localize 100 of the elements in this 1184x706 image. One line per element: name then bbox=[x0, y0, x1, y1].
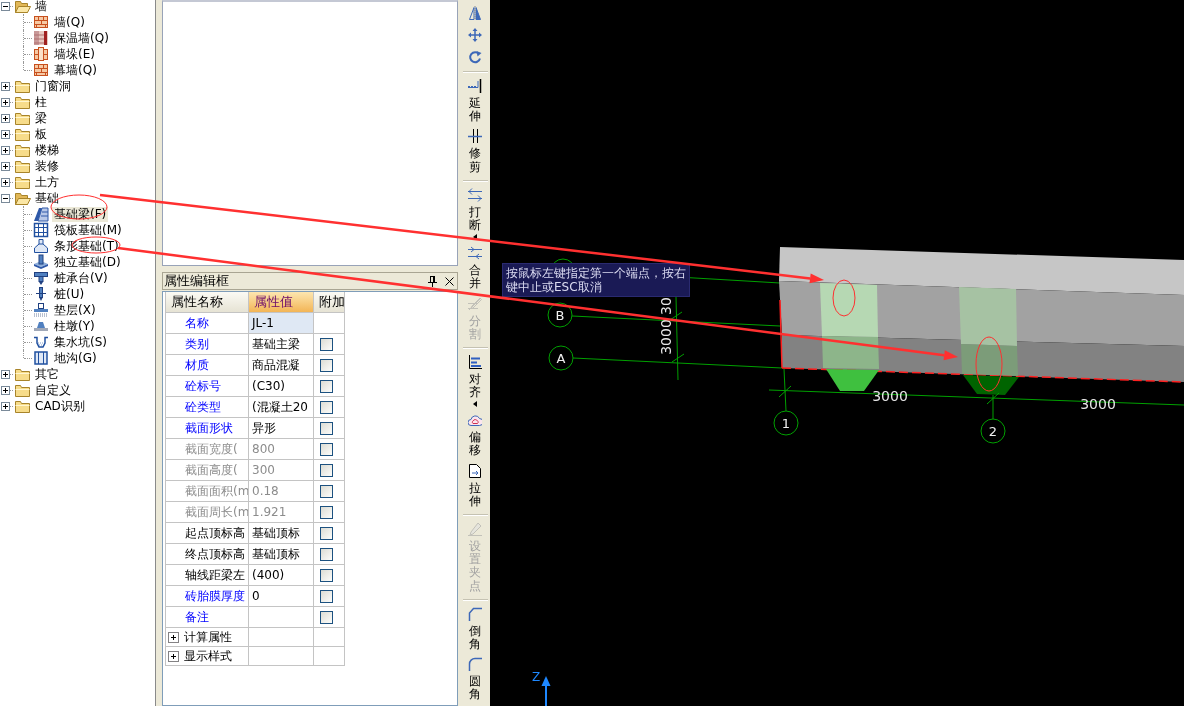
property-name: 轴线距梁左 bbox=[166, 565, 249, 586]
tree-item[interactable]: 装修 bbox=[33, 158, 61, 174]
tool-button[interactable]: 对齐 bbox=[461, 351, 489, 411]
tree-item[interactable]: 条形基础(T) bbox=[52, 238, 121, 254]
split-arrows-icon bbox=[468, 187, 482, 202]
checkbox[interactable] bbox=[320, 421, 333, 435]
column-header[interactable]: 属性名称 bbox=[166, 292, 249, 313]
tree-item[interactable]: 集水坑(S) bbox=[52, 334, 109, 350]
tree-item[interactable]: 桩承台(V) bbox=[52, 270, 110, 286]
tree-item[interactable]: 柱墩(Y) bbox=[52, 318, 97, 334]
tree-item[interactable]: 独立基础(D) bbox=[52, 254, 123, 270]
tool-button[interactable]: 倒角 bbox=[461, 603, 489, 655]
annotation-ellipse bbox=[832, 279, 856, 317]
checkbox[interactable] bbox=[320, 526, 333, 540]
property-value[interactable]: (C30) bbox=[249, 376, 314, 397]
tree-item[interactable]: 土方 bbox=[33, 174, 61, 190]
group-label: 显示样式 bbox=[184, 647, 232, 665]
tree-item[interactable]: CAD识别 bbox=[33, 398, 87, 414]
expand-toggle[interactable] bbox=[168, 631, 179, 643]
tool-button[interactable]: 拉伸 bbox=[461, 460, 489, 511]
tree-item[interactable]: 门窗洞 bbox=[33, 78, 73, 94]
tree-item[interactable]: 幕墙(Q) bbox=[52, 62, 99, 78]
tree-item[interactable]: 垫层(X) bbox=[52, 302, 98, 318]
checkbox[interactable] bbox=[320, 568, 333, 582]
tree-toggle[interactable] bbox=[1, 1, 10, 11]
tree-item[interactable]: 墙(Q) bbox=[52, 14, 87, 30]
tree-toggle[interactable] bbox=[1, 145, 10, 155]
property-value[interactable]: (混凝土20 bbox=[249, 397, 314, 418]
property-value[interactable]: JL-1 bbox=[249, 313, 314, 334]
tree-item[interactable]: 墙垛(E) bbox=[52, 46, 97, 62]
tree-toggle[interactable] bbox=[1, 401, 10, 411]
property-value[interactable]: 商品混凝 bbox=[249, 355, 314, 376]
tree-toggle[interactable] bbox=[1, 177, 10, 187]
annotation-ellipse bbox=[975, 336, 1003, 392]
tree-item[interactable]: 基础 bbox=[33, 190, 61, 206]
property-name: 截面面积(m bbox=[166, 481, 249, 502]
property-name: 起点顶标高 bbox=[166, 523, 249, 544]
property-name: 备注 bbox=[166, 607, 249, 628]
tree-toggle[interactable] bbox=[1, 113, 10, 123]
checkbox[interactable] bbox=[320, 547, 333, 561]
line-to-bar-icon bbox=[468, 79, 482, 93]
aligned-bars-icon bbox=[468, 354, 482, 369]
tool-button[interactable]: 打断 bbox=[461, 184, 489, 244]
dimension-label: 3000 bbox=[658, 319, 674, 355]
pin-icon[interactable] bbox=[428, 275, 437, 287]
tree-item[interactable]: 梁 bbox=[33, 110, 49, 126]
checkbox[interactable] bbox=[320, 610, 333, 624]
column-header[interactable]: 附加 bbox=[314, 292, 345, 313]
tree-item[interactable]: 板 bbox=[33, 126, 49, 142]
property-name: 砼类型 bbox=[166, 397, 249, 418]
tree-toggle[interactable] bbox=[1, 193, 10, 203]
tree-item[interactable]: 自定义 bbox=[33, 382, 73, 398]
property-value[interactable]: 基础顶标 bbox=[249, 544, 314, 565]
tool-button[interactable]: 偏移 bbox=[461, 410, 489, 461]
checkbox[interactable] bbox=[320, 358, 333, 372]
tree-toggle[interactable] bbox=[1, 97, 10, 107]
axis-bubble: A bbox=[548, 345, 574, 371]
tree-toggle[interactable] bbox=[1, 369, 10, 379]
property-value[interactable]: (400) bbox=[249, 565, 314, 586]
chamfer-corner-icon bbox=[468, 606, 482, 621]
group-label: 计算属性 bbox=[184, 628, 232, 646]
tree-toggle[interactable] bbox=[1, 81, 10, 91]
cloud-outline-icon bbox=[468, 413, 482, 428]
property-name: 砖胎膜厚度 bbox=[166, 586, 249, 607]
property-value[interactable]: 基础主梁 bbox=[249, 334, 314, 355]
tool-button[interactable]: 延伸 bbox=[461, 76, 489, 127]
tree-toggle[interactable] bbox=[1, 161, 10, 171]
checkbox[interactable] bbox=[320, 400, 333, 414]
layered-pad-icon bbox=[33, 302, 49, 318]
tree-item[interactable]: 柱 bbox=[33, 94, 49, 110]
property-value[interactable]: 0 bbox=[249, 586, 314, 607]
pile-cap-icon bbox=[33, 270, 49, 286]
checkbox[interactable] bbox=[320, 337, 333, 351]
z-axis-arrow bbox=[541, 676, 551, 706]
tree-item[interactable]: 其它 bbox=[33, 366, 61, 382]
joined-arrows-icon bbox=[468, 246, 482, 261]
property-value[interactable]: 异形 bbox=[249, 418, 314, 439]
wall-pier-icon bbox=[33, 46, 49, 62]
tree-toggle[interactable] bbox=[1, 385, 10, 395]
close-icon[interactable] bbox=[445, 276, 454, 286]
tree-item[interactable]: 地沟(G) bbox=[52, 350, 99, 366]
tree-item[interactable]: 桩(U) bbox=[52, 286, 87, 302]
tree-toggle[interactable] bbox=[1, 129, 10, 139]
pencil-icon bbox=[468, 522, 482, 536]
axis-line bbox=[992, 394, 994, 420]
tree-item[interactable]: 楼梯 bbox=[33, 142, 61, 158]
tool-button[interactable]: 修剪 bbox=[461, 126, 489, 177]
circular-arrow-icon bbox=[468, 50, 482, 64]
column-header[interactable]: 属性值 bbox=[249, 292, 314, 313]
expand-toggle[interactable] bbox=[168, 650, 179, 662]
property-value[interactable]: 基础顶标 bbox=[249, 523, 314, 544]
tree-item[interactable]: 保温墙(Q) bbox=[52, 30, 111, 46]
property-name: 终点顶标高 bbox=[166, 544, 249, 565]
tree-item[interactable]: 筏板基础(M) bbox=[52, 222, 124, 238]
checkbox[interactable] bbox=[320, 379, 333, 393]
tool-button[interactable]: 合并 bbox=[461, 243, 489, 294]
pencil-lines-icon bbox=[468, 296, 482, 311]
tree-item[interactable]: 墙 bbox=[33, 0, 49, 14]
tool-button[interactable]: 圆角 bbox=[461, 654, 489, 705]
checkbox[interactable] bbox=[320, 589, 333, 603]
